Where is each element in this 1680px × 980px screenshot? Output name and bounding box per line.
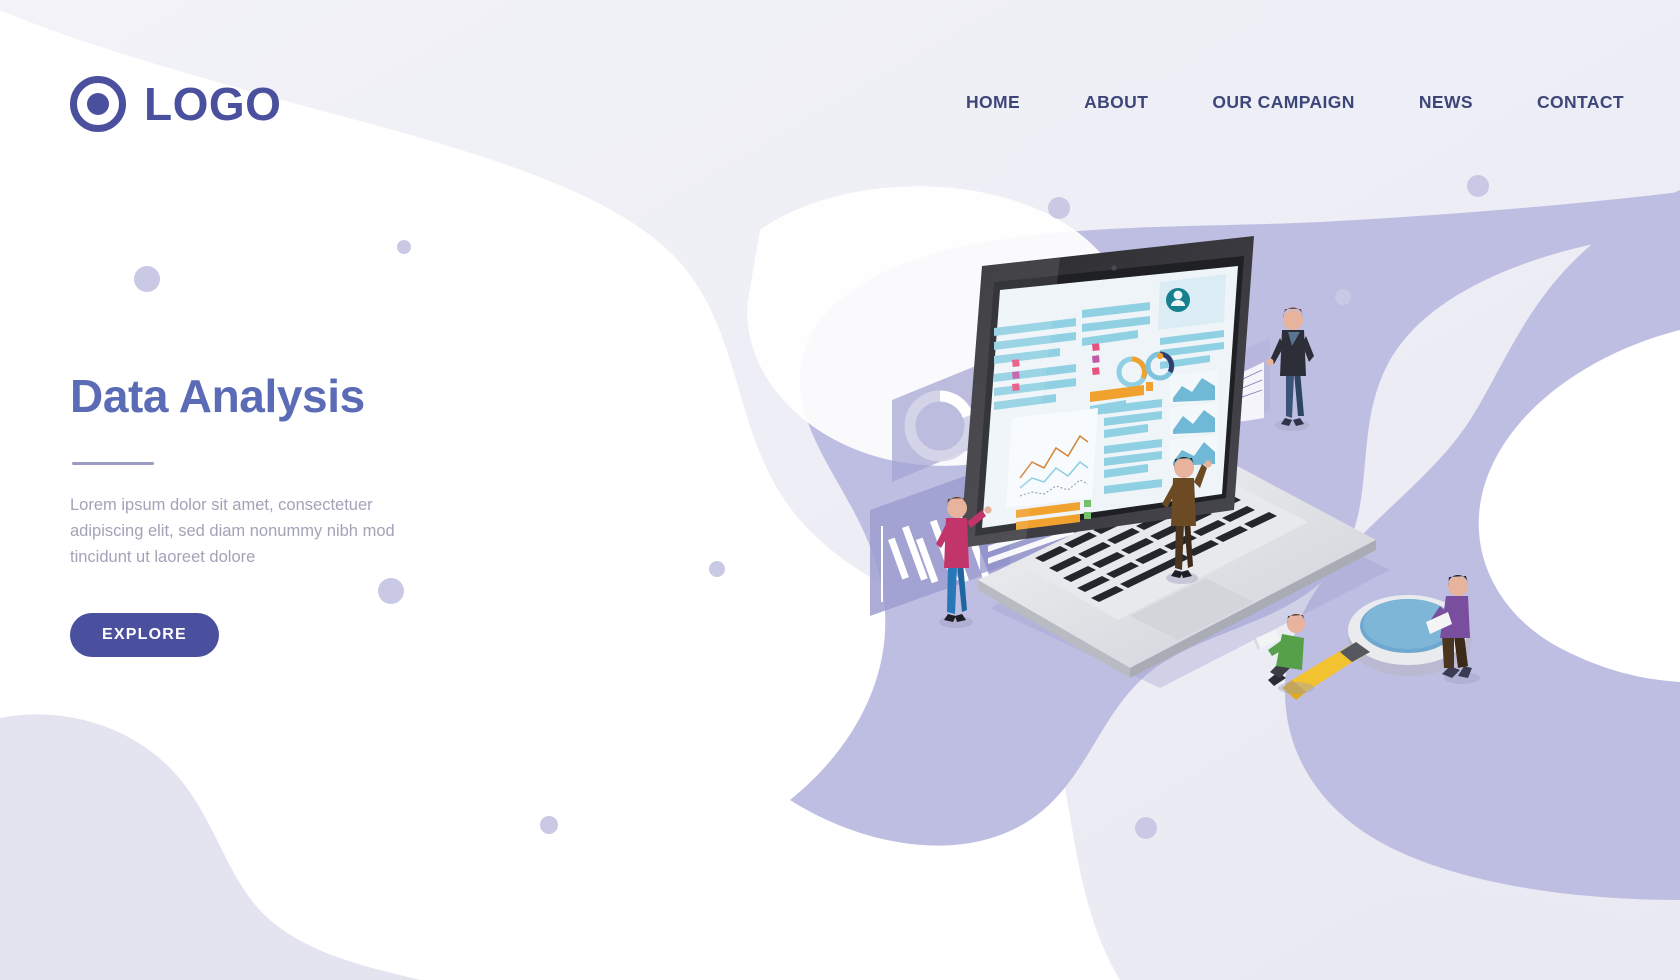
person-standing-woman — [1266, 307, 1314, 431]
avatar-card — [1158, 274, 1226, 330]
webcam-icon — [1111, 265, 1117, 271]
explore-button[interactable]: EXPLORE — [70, 612, 219, 657]
hero-section: Data Analysis Lorem ipsum dolor sit amet… — [70, 372, 540, 657]
nav-item-home[interactable]: HOME — [934, 92, 1052, 113]
page-title: Data Analysis — [70, 370, 365, 422]
nav-item-contact[interactable]: CONTACT — [1505, 92, 1624, 113]
nav-item-news[interactable]: NEWS — [1387, 92, 1505, 113]
circle-dot-icon — [70, 76, 126, 132]
decorative-dot — [397, 240, 411, 254]
bg-blob-bottom-left — [0, 714, 420, 980]
logo-inner-dot — [87, 93, 109, 115]
nav-item-about[interactable]: ABOUT — [1052, 92, 1180, 113]
nav-item-our-campaign[interactable]: OUR CAMPAIGN — [1180, 92, 1387, 113]
decorative-dot — [1135, 817, 1157, 839]
decorative-dot — [540, 816, 558, 834]
decorative-dot — [709, 561, 725, 577]
title-divider — [72, 462, 154, 466]
hero-description: Lorem ipsum dolor sit amet, consectetuer… — [70, 496, 395, 566]
logo-text: LOGO — [144, 78, 282, 130]
area-thumbnails — [1170, 370, 1218, 468]
main-navigation[interactable]: HOME ABOUT OUR CAMPAIGN NEWS CONTACT — [934, 92, 1624, 113]
decorative-dot — [134, 266, 160, 292]
site-header: LOGO HOME ABOUT OUR CAMPAIGN NEWS CONTAC… — [0, 0, 1680, 180]
isometric-data-analysis-illustration — [870, 236, 1480, 700]
brand-logo[interactable]: LOGO — [70, 76, 281, 132]
